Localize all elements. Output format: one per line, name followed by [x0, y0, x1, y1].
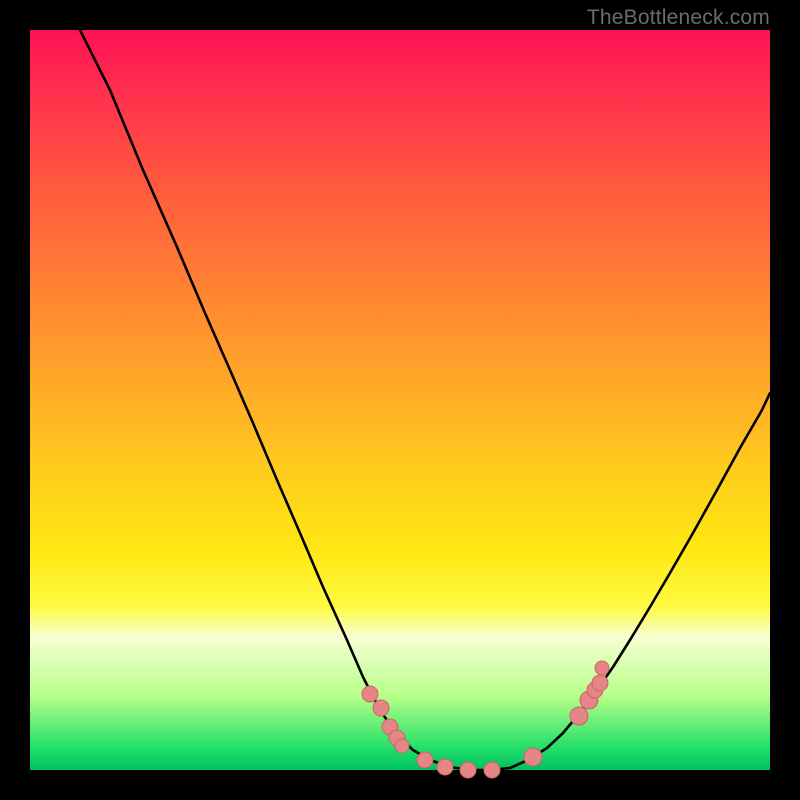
curve-marker — [395, 739, 409, 753]
attribution-label: TheBottleneck.com — [587, 6, 770, 30]
curve-marker — [362, 686, 378, 702]
curve-marker — [592, 675, 608, 691]
curve-marker — [595, 661, 609, 675]
curve-marker — [484, 762, 500, 778]
curve-marker — [570, 707, 588, 725]
curve-marker — [417, 752, 433, 768]
plot-area — [30, 30, 770, 770]
chart-frame: TheBottleneck.com — [0, 0, 800, 800]
curve-marker — [460, 762, 476, 778]
curve-marker — [524, 748, 542, 766]
curve-markers — [362, 661, 609, 778]
curve-marker — [437, 759, 453, 775]
bottleneck-curve — [80, 30, 770, 770]
curve-marker — [373, 700, 389, 716]
chart-svg — [30, 30, 770, 770]
